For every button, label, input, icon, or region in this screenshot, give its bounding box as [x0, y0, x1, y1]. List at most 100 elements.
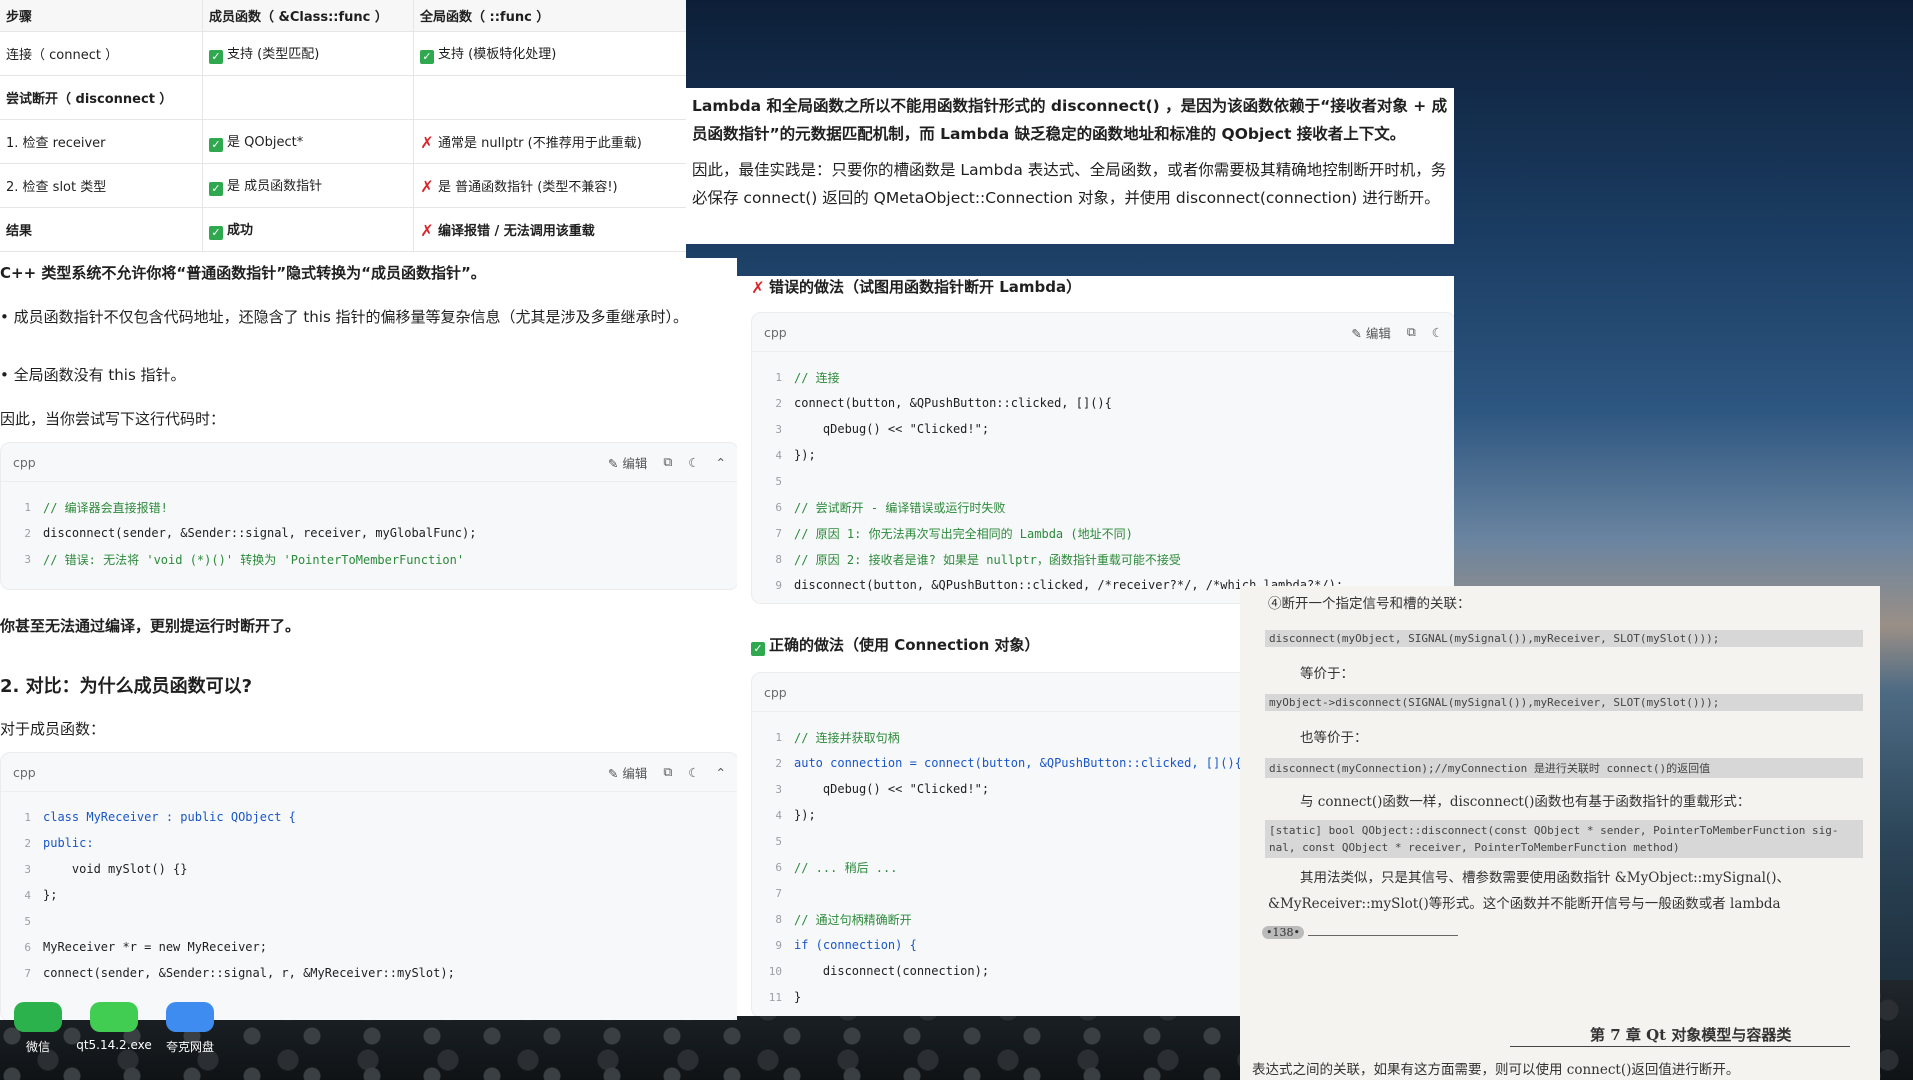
line-number: 7: [775, 526, 782, 540]
code-text: // 通过句柄精确断开: [794, 912, 912, 927]
edit-label: 编辑: [622, 765, 648, 781]
copy-icon[interactable]: ⧉: [1407, 324, 1416, 340]
book-code: myObject->disconnect(SIGNAL(mySignal()),…: [1265, 694, 1863, 711]
collapse-icon[interactable]: ⌃: [716, 455, 726, 470]
code-text: qDebug() << "Clicked!";: [794, 422, 990, 436]
cell-global: [413, 75, 686, 120]
code-text: auto connection = connect(button, &QPush…: [794, 756, 1242, 770]
check-icon: ✓: [209, 138, 223, 152]
code-line: 2 disconnect(sender, &Sender::signal, rec…: [1, 520, 737, 546]
code-lines: 1 // 编译器会直接报错! 2 disconnect(sender, &Sender…: [1, 482, 737, 572]
code-text: if (connection) {: [794, 938, 917, 952]
line-number: 6: [775, 500, 782, 514]
line-number: 7: [24, 966, 31, 980]
book-line: 也等价于：: [1300, 730, 1368, 746]
line-number: 9: [775, 938, 782, 952]
code-block-header: cpp ✎ 编辑 ⧉ ☾ ⌃: [1, 443, 737, 482]
line-number: 6: [775, 860, 782, 874]
code-text: class MyReceiver : public QObject {: [43, 810, 296, 824]
bullet-1: • 成员函数指针不仅包含代码地址，还隐含了 this 指针的偏移量等复杂信息（尤…: [0, 308, 689, 326]
code-line: 3 qDebug() << "Clicked!";: [752, 416, 1454, 442]
check-icon: ✓: [209, 182, 223, 196]
comparison-table-window: 步骤 成员函数（ &Class::func ） 全局函数（ ::func ） 连…: [0, 0, 686, 258]
line-number: 3: [24, 862, 31, 876]
table-header-global: 全局函数（ ::func ）: [413, 0, 686, 32]
cell-text: 是 普通函数指针 (类型不兼容!): [438, 180, 618, 195]
code-text: connect(sender, &Sender::signal, r, &MyR…: [43, 966, 455, 980]
cell-text: 2. 检查 slot 类型: [6, 180, 107, 195]
line-number: 4: [775, 808, 782, 822]
code-line: 5: [752, 468, 1454, 494]
code-text: // 尝试断开 - 编译错误或运行时失败: [794, 500, 1006, 515]
line-number: 7: [775, 886, 782, 900]
table-header-step: 步骤: [0, 0, 203, 32]
book-line: 等价于：: [1300, 666, 1354, 682]
cross-icon: ✗: [420, 221, 434, 240]
code-line: 6 // 尝试断开 - 编译错误或运行时失败: [752, 494, 1454, 520]
desktop-icon[interactable]: qt5.14.2.exe: [76, 1002, 152, 1052]
code-lang-label: cpp: [13, 764, 36, 780]
page-number: •138•: [1262, 926, 1304, 939]
line-number: 1: [24, 810, 31, 824]
line-number: 8: [775, 552, 782, 566]
line-number: 8: [775, 912, 782, 926]
cell-text: 是 QObject*: [227, 135, 304, 150]
line-number: 3: [775, 782, 782, 796]
code-lang-label: cpp: [764, 324, 787, 340]
book-code-multiline: [static] bool QObject::disconnect(const …: [1265, 820, 1863, 858]
line-number: 3: [775, 422, 782, 436]
code-text: // 连接并获取句柄: [794, 730, 900, 745]
cell-member: ✓ 支持 (类型匹配): [202, 31, 414, 76]
desktop-icon[interactable]: 微信: [0, 1002, 76, 1055]
cell-text: 1. 检查 receiver: [6, 136, 106, 151]
copy-icon[interactable]: ⧉: [663, 764, 672, 780]
table-row: 2. 检查 slot 类型 ✓ 是 成员函数指针 ✗ 是 普通函数指针 (类型不兼容!): [0, 163, 686, 208]
heading-line: C++ 类型系统不允许你将“普通函数指针”隐式转换为“成员函数指针”。: [0, 264, 486, 282]
cell-text: 支持 (模板特化处理): [438, 47, 557, 62]
code-text: // ... 稍后 ...: [794, 860, 898, 875]
check-icon: ✓: [420, 50, 434, 64]
line-number: 4: [775, 448, 782, 462]
cell-text: 是 成员函数指针: [227, 179, 323, 194]
copy-icon[interactable]: ⧉: [663, 454, 672, 470]
cross-icon: ✗: [420, 133, 434, 152]
cell-text: 支持 (类型匹配): [227, 47, 320, 62]
bullet-2-text: 全局函数没有 this 指针。: [13, 366, 186, 384]
book-code: disconnect(myConnection);//myConnection …: [1265, 758, 1863, 778]
article-left-window: C++ 类型系统不允许你将“普通函数指针”隐式转换为“成员函数指针”。 • 成员…: [0, 258, 737, 1020]
code-line: 1 // 连接: [752, 364, 1454, 390]
line-number: 10: [768, 964, 782, 978]
collapse-icon[interactable]: ⌃: [716, 765, 726, 780]
app-icon: [14, 1002, 62, 1032]
book-line: &MyReceiver::mySlot()等形式。这个函数并不能断开信号与一般函…: [1268, 896, 1781, 912]
table-row: 1. 检查 receiver ✓ 是 QObject* ✗ 通常是 nullptr (不…: [0, 119, 686, 164]
line-number: 5: [24, 914, 31, 928]
code-line: 4});: [752, 442, 1454, 468]
code-line: 3 // 错误: 无法将 'void (*)()' 转换为 'PointerToM…: [1, 546, 737, 572]
code-lines: 1 class MyReceiver : public QObject {2 pub…: [1, 792, 737, 986]
code-text: });: [794, 448, 816, 462]
edit-button[interactable]: ✎ 编辑: [1351, 323, 1390, 342]
line-number: 2: [775, 756, 782, 770]
line-number: 11: [768, 990, 782, 1004]
code-text: void mySlot() {}: [43, 862, 188, 876]
code-text: };: [43, 888, 58, 902]
edit-button[interactable]: ✎ 编辑: [608, 453, 647, 472]
theme-toggle-icon[interactable]: ☾: [688, 455, 699, 470]
line-number: 1: [775, 370, 782, 384]
cell-step: 1. 检查 receiver: [0, 119, 203, 164]
page-rule: [1308, 935, 1458, 936]
cell-text: 编译报错 / 无法调用该重载: [438, 224, 595, 239]
cell-member: [202, 75, 414, 120]
cell-step: 结果: [0, 207, 203, 252]
line-number: 9: [775, 578, 782, 592]
desktop-icon[interactable]: 夸克网盘: [152, 1002, 228, 1055]
theme-toggle-icon[interactable]: ☾: [688, 765, 699, 780]
edit-button[interactable]: ✎ 编辑: [608, 763, 647, 782]
theme-toggle-icon[interactable]: ☾: [1432, 325, 1443, 340]
desktop-icon-label: qt5.14.2.exe: [76, 1038, 152, 1052]
book-code-line: [static] bool QObject::disconnect(const …: [1269, 824, 1839, 837]
comparison-table: 步骤 成员函数（ &Class::func ） 全局函数（ ::func ） 连…: [0, 0, 686, 252]
cell-text: 成功: [227, 223, 254, 238]
after-paragraph-1: 你甚至无法通过编译，更别提运行时断开了。: [0, 617, 301, 635]
